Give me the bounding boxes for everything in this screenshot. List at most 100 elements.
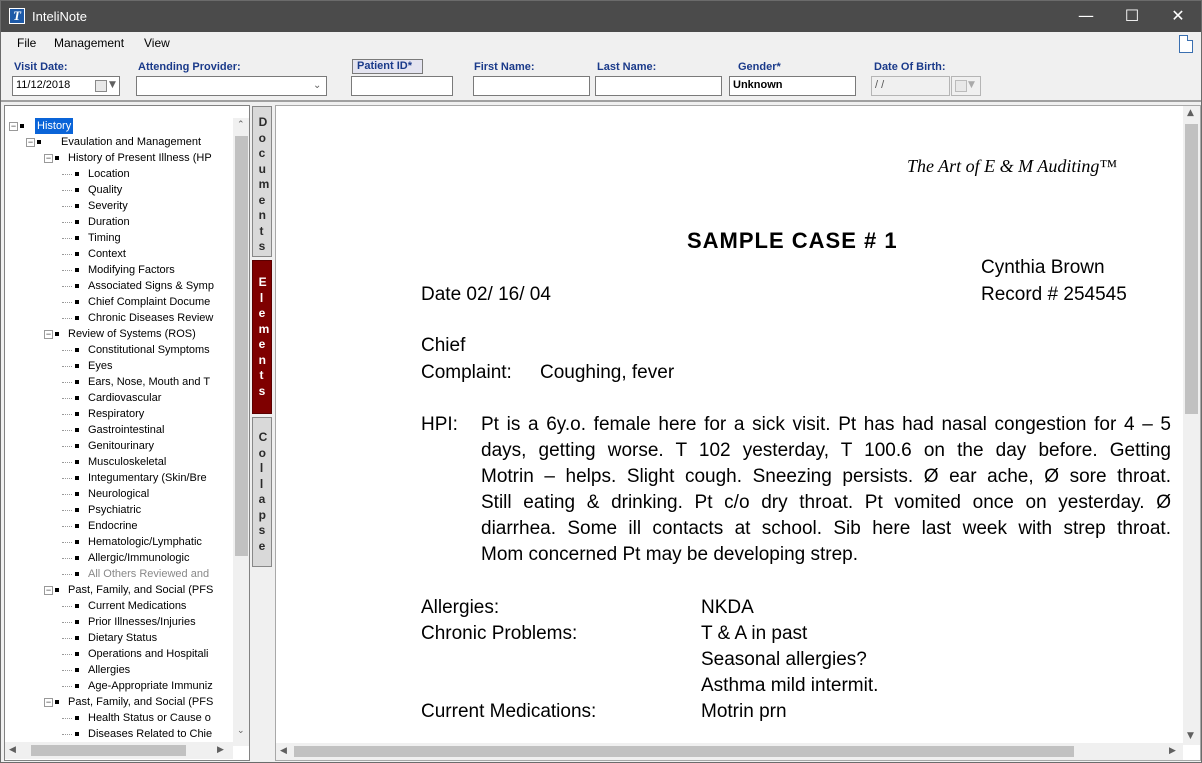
attending-provider-select[interactable]: ⌄: [136, 76, 327, 96]
scroll-down-icon[interactable]: ▼: [1187, 731, 1194, 741]
document-hscroll-thumb[interactable]: [294, 746, 1074, 757]
collapse-node-icon[interactable]: −: [44, 698, 53, 707]
tree-hscroll-thumb[interactable]: [31, 745, 186, 756]
tree-connector: [62, 398, 72, 399]
bullet-icon: [75, 412, 79, 416]
tree-node[interactable]: Severity: [5, 198, 233, 214]
bullet-icon: [75, 364, 79, 368]
date-of-birth-field[interactable]: / /: [871, 76, 950, 96]
scroll-left-icon[interactable]: ◀: [280, 746, 287, 756]
chronic-problems-label: Chronic Problems:: [421, 623, 578, 644]
document-viewer: The Art of E & M Auditing™ SAMPLE CASE #…: [275, 105, 1201, 761]
tree-connector: [62, 174, 72, 175]
tree-node[interactable]: Diseases Related to Chie: [5, 726, 233, 742]
tree-node[interactable]: Age-Appropriate Immuniz: [5, 678, 233, 694]
record-number-text: Record # 254545: [981, 284, 1127, 305]
visit-date-field[interactable]: 11/12/2018 ▼: [12, 76, 120, 96]
collapse-node-icon[interactable]: −: [26, 138, 35, 147]
chevron-down-icon[interactable]: ⌄: [313, 80, 321, 91]
tree-node[interactable]: Musculoskeletal: [5, 454, 233, 470]
collapse-node-icon[interactable]: −: [9, 122, 18, 131]
tree-node[interactable]: Modifying Factors: [5, 262, 233, 278]
minimize-icon[interactable]: —: [1063, 1, 1109, 32]
tree-node[interactable]: Allergic/Immunologic: [5, 550, 233, 566]
scroll-up-icon[interactable]: ⌃: [237, 120, 245, 130]
document-vertical-scrollbar[interactable]: ▲ ▼: [1183, 106, 1200, 745]
patient-id-field[interactable]: [351, 76, 453, 96]
hpi-line: Pt is a 6y.o. female here for a sick vis…: [481, 414, 1171, 435]
calendar-icon[interactable]: [95, 80, 107, 92]
tab-elements[interactable]: Elements: [252, 260, 272, 414]
tree-node[interactable]: Eyes: [5, 358, 233, 374]
tree-node[interactable]: − History of Present Illness (HP: [5, 150, 233, 166]
tree-node[interactable]: Genitourinary: [5, 438, 233, 454]
tab-collapse[interactable]: Collapse: [252, 417, 272, 567]
tree-node[interactable]: Associated Signs & Symp: [5, 278, 233, 294]
tree-vertical-scrollbar[interactable]: ⌃ ⌄: [233, 118, 249, 746]
new-document-icon[interactable]: [1179, 35, 1193, 53]
tree-node[interactable]: − Review of Systems (ROS): [5, 326, 233, 342]
patient-header: Visit Date: 11/12/2018 ▼ Attending Provi…: [1, 56, 1201, 102]
tree-node[interactable]: − Past, Family, and Social (PFS: [5, 582, 233, 598]
close-icon[interactable]: ✕: [1155, 1, 1201, 32]
tree-node[interactable]: Hematologic/Lymphatic: [5, 534, 233, 550]
bullet-icon: [20, 124, 24, 128]
scroll-down-icon[interactable]: ⌄: [237, 726, 245, 736]
date-of-birth-picker[interactable]: ▼: [951, 76, 981, 96]
tree-horizontal-scrollbar[interactable]: ◀ ▶: [5, 742, 233, 759]
calendar-icon[interactable]: [955, 80, 967, 92]
tree-node[interactable]: Respiratory: [5, 406, 233, 422]
last-name-field[interactable]: [595, 76, 722, 96]
tree-node[interactable]: Constitutional Symptoms: [5, 342, 233, 358]
tree-node[interactable]: − Past, Family, and Social (PFS: [5, 694, 233, 710]
document-tagline: The Art of E & M Auditing™: [907, 156, 1117, 176]
tree-node[interactable]: Operations and Hospitali: [5, 646, 233, 662]
tree-node[interactable]: − Evaulation and Management: [5, 134, 233, 150]
tab-documents[interactable]: Documents: [252, 106, 272, 257]
collapse-node-icon[interactable]: −: [44, 154, 53, 163]
tree-node[interactable]: Health Status or Cause o: [5, 710, 233, 726]
tree-node[interactable]: Chief Complaint Docume: [5, 294, 233, 310]
tree-node[interactable]: Current Medications: [5, 598, 233, 614]
first-name-field[interactable]: [473, 76, 590, 96]
scroll-right-icon[interactable]: ▶: [217, 745, 224, 755]
tree-node[interactable]: Prior Illnesses/Injuries: [5, 614, 233, 630]
maximize-icon[interactable]: ☐: [1109, 1, 1155, 32]
tree-node[interactable]: Chronic Diseases Review: [5, 310, 233, 326]
tree-node[interactable]: Ears, Nose, Mouth and T: [5, 374, 233, 390]
scroll-up-icon[interactable]: ▲: [1187, 108, 1194, 118]
tree-node[interactable]: Dietary Status: [5, 630, 233, 646]
patient-id-label[interactable]: Patient ID*: [352, 59, 423, 74]
tree-node[interactable]: Endocrine: [5, 518, 233, 534]
tree-node[interactable]: Integumentary (Skin/Bre: [5, 470, 233, 486]
document-scroll-thumb[interactable]: [1185, 124, 1198, 414]
tree-node[interactable]: All Others Reviewed and: [5, 566, 233, 582]
collapse-node-icon[interactable]: −: [44, 330, 53, 339]
bullet-icon: [75, 572, 79, 576]
tree-node[interactable]: Gastrointestinal: [5, 422, 233, 438]
tree-node[interactable]: − History: [5, 118, 233, 134]
tree-node[interactable]: Timing: [5, 230, 233, 246]
current-medications-value: Motrin prn: [701, 701, 787, 722]
chevron-down-icon[interactable]: ▼: [968, 80, 975, 90]
title-bar[interactable]: T InteliNote — ☐ ✕: [1, 1, 1201, 32]
tree-scroll-thumb[interactable]: [235, 136, 248, 556]
hpi-line: Mom concerned Pt may be developing strep…: [481, 544, 859, 565]
scroll-right-icon[interactable]: ▶: [1169, 746, 1176, 756]
tree-node[interactable]: Quality: [5, 182, 233, 198]
tree-node[interactable]: Duration: [5, 214, 233, 230]
tree-node[interactable]: Allergies: [5, 662, 233, 678]
chevron-down-icon[interactable]: ▼: [109, 80, 116, 90]
gender-field[interactable]: Unknown: [729, 76, 856, 96]
scroll-left-icon[interactable]: ◀: [9, 745, 16, 755]
tree-node[interactable]: Neurological: [5, 486, 233, 502]
tree-node[interactable]: Psychiatric: [5, 502, 233, 518]
collapse-node-icon[interactable]: −: [44, 586, 53, 595]
tree-node[interactable]: Context: [5, 246, 233, 262]
menu-view[interactable]: View: [144, 36, 170, 50]
document-horizontal-scrollbar[interactable]: ◀ ▶: [276, 743, 1183, 760]
menu-file[interactable]: File: [17, 36, 36, 50]
menu-management[interactable]: Management: [54, 36, 124, 50]
tree-node[interactable]: Cardiovascular: [5, 390, 233, 406]
tree-node[interactable]: Location: [5, 166, 233, 182]
